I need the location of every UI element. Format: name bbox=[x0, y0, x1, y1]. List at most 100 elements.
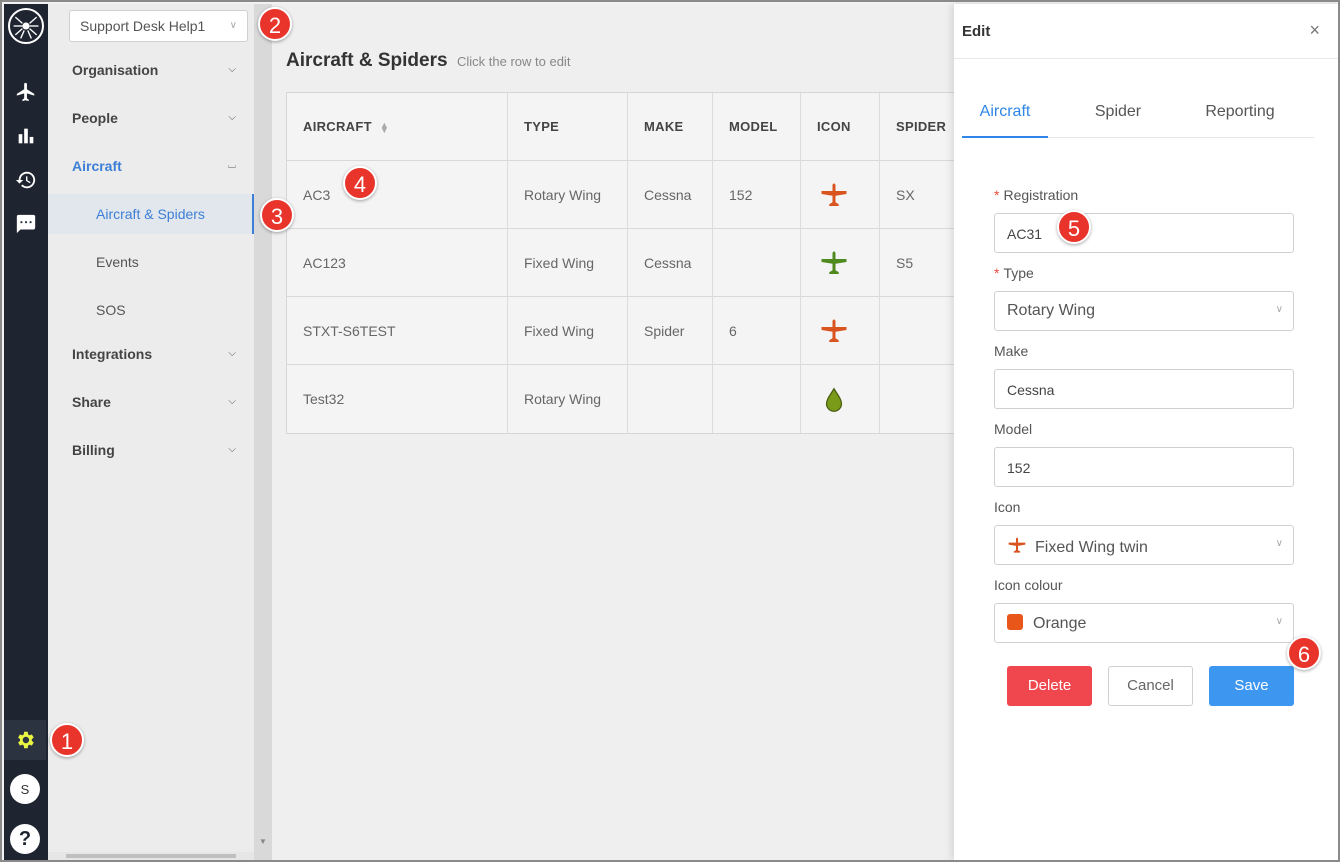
edit-drawer: Edit × Aircraft Spider Reporting * Regist… bbox=[954, 4, 1338, 860]
type-select[interactable]: Rotary Wing ∨ bbox=[994, 291, 1294, 331]
sidebar-item-billing[interactable]: Billing ⌵ bbox=[48, 426, 254, 474]
column-header-model: MODEL bbox=[713, 93, 801, 161]
cell-make: Spider bbox=[628, 297, 713, 365]
icon-select-value: Fixed Wing twin bbox=[1035, 539, 1148, 556]
sidebar-subitem-aircraft-spiders[interactable]: Aircraft & Spiders bbox=[48, 194, 254, 234]
plane-icon bbox=[821, 319, 847, 342]
tab-spider[interactable]: Spider bbox=[1072, 86, 1164, 138]
make-input[interactable]: Cessna bbox=[994, 369, 1294, 409]
cell-model bbox=[713, 365, 801, 433]
table-row[interactable]: AC3 Rotary Wing Cessna 152 SX bbox=[287, 161, 965, 229]
chevron-down-icon: ⌵ bbox=[228, 396, 236, 407]
scroll-down-icon[interactable]: ▼ bbox=[259, 837, 267, 846]
cell-aircraft: AC3 bbox=[287, 161, 508, 229]
cell-make: Cessna bbox=[628, 229, 713, 297]
sidebar-item-aircraft[interactable]: Aircraft ⌴ bbox=[48, 142, 254, 190]
chevron-down-icon: ∨ bbox=[1275, 304, 1283, 315]
divider bbox=[954, 58, 1338, 59]
plane-icon bbox=[821, 183, 847, 206]
type-label: * Type bbox=[994, 265, 1034, 281]
icon-select[interactable]: Fixed Wing twin ∨ bbox=[994, 525, 1294, 565]
drawer-tabs: Aircraft Spider Reporting bbox=[962, 86, 1314, 138]
chevron-down-icon: ⌵ bbox=[228, 444, 236, 455]
callout-marker-4: 4 bbox=[343, 166, 377, 200]
make-label: Make bbox=[994, 343, 1029, 359]
chevron-down-icon: ∨ bbox=[1275, 616, 1283, 627]
chevron-down-icon: ∨ bbox=[229, 20, 237, 31]
sidebar-item-people[interactable]: People ⌵ bbox=[48, 94, 254, 142]
table-row[interactable]: STXT-S6TEST Fixed Wing Spider 6 bbox=[287, 297, 965, 365]
horizontal-scrollbar[interactable] bbox=[48, 852, 254, 860]
chevron-down-icon: ∨ bbox=[1275, 538, 1283, 549]
registration-input[interactable]: AC31 bbox=[994, 213, 1294, 253]
sidebar-item-integrations[interactable]: Integrations ⌵ bbox=[48, 330, 254, 378]
organisation-select[interactable]: Support Desk Help1 ∨ bbox=[69, 10, 248, 42]
table-row[interactable]: Test32 Rotary Wing bbox=[287, 365, 965, 433]
cell-icon bbox=[801, 297, 880, 365]
history-icon[interactable] bbox=[12, 166, 40, 194]
cell-model: 152 bbox=[713, 161, 801, 229]
column-header-label: AIRCRAFT bbox=[303, 119, 372, 134]
organisation-select-value: Support Desk Help1 bbox=[80, 18, 206, 34]
label-text: Registration bbox=[1003, 187, 1079, 203]
column-header-aircraft[interactable]: AIRCRAFT ▲ ▼ bbox=[287, 93, 508, 161]
sidebar-item-label: Share bbox=[72, 394, 111, 410]
fixed-wing-twin-icon bbox=[1008, 537, 1026, 553]
save-button[interactable]: Save bbox=[1209, 666, 1294, 706]
close-icon[interactable]: × bbox=[1309, 20, 1320, 41]
chevron-down-icon: ⌵ bbox=[228, 348, 236, 359]
cell-icon bbox=[801, 161, 880, 229]
main-content: Aircraft & Spiders Click the row to edit… bbox=[272, 4, 966, 860]
callout-marker-2: 2 bbox=[258, 7, 292, 41]
sidebar-scrollbar[interactable]: ▼ bbox=[254, 4, 272, 860]
column-header-icon: ICON bbox=[801, 93, 880, 161]
cell-make bbox=[628, 365, 713, 433]
model-input[interactable]: 152 bbox=[994, 447, 1294, 487]
cell-type: Rotary Wing bbox=[508, 365, 628, 433]
cell-aircraft: Test32 bbox=[287, 365, 508, 433]
settings-gear-icon[interactable] bbox=[4, 720, 46, 760]
icon-label: Icon bbox=[994, 499, 1021, 515]
sidebar-subitem-events[interactable]: Events bbox=[48, 242, 254, 282]
help-icon[interactable]: ? bbox=[10, 824, 40, 854]
spider-logo-icon[interactable] bbox=[8, 8, 44, 44]
sidebar-item-label: People bbox=[72, 110, 118, 126]
column-header-type: TYPE bbox=[508, 93, 628, 161]
tab-aircraft[interactable]: Aircraft bbox=[962, 86, 1048, 138]
cell-aircraft: STXT-S6TEST bbox=[287, 297, 508, 365]
app-window: S ? Support Desk Help1 ∨ Organisation ⌵ … bbox=[0, 0, 1340, 862]
column-header-make: MAKE bbox=[628, 93, 713, 161]
delete-button[interactable]: Delete bbox=[1007, 666, 1092, 706]
user-avatar[interactable]: S bbox=[10, 774, 40, 804]
drawer-title: Edit bbox=[962, 23, 991, 40]
type-select-value: Rotary Wing bbox=[1007, 302, 1096, 319]
cell-model: 6 bbox=[713, 297, 801, 365]
cell-icon bbox=[801, 229, 880, 297]
cell-type: Rotary Wing bbox=[508, 161, 628, 229]
colour-swatch bbox=[1007, 614, 1023, 630]
table-header-row: AIRCRAFT ▲ ▼ TYPE MAKE MODEL ICON SPIDER bbox=[287, 93, 965, 161]
callout-marker-5: 5 bbox=[1057, 210, 1091, 244]
sidebar-subitem-sos[interactable]: SOS bbox=[48, 290, 254, 330]
callout-marker-1: 1 bbox=[50, 723, 84, 757]
cell-aircraft: AC123 bbox=[287, 229, 508, 297]
cell-make: Cessna bbox=[628, 161, 713, 229]
sidebar-item-organisation[interactable]: Organisation ⌵ bbox=[48, 46, 254, 94]
table-row[interactable]: AC123 Fixed Wing Cessna S5 bbox=[287, 229, 965, 297]
label-text: Type bbox=[1003, 265, 1034, 281]
cancel-button[interactable]: Cancel bbox=[1108, 666, 1193, 706]
scrollbar-thumb[interactable] bbox=[66, 854, 236, 858]
sort-icon[interactable]: ▲ ▼ bbox=[380, 120, 389, 134]
sidebar-item-share[interactable]: Share ⌵ bbox=[48, 378, 254, 426]
sidebar-item-label: Organisation bbox=[72, 62, 159, 78]
icon-colour-select[interactable]: Orange ∨ bbox=[994, 603, 1294, 643]
tab-reporting[interactable]: Reporting bbox=[1190, 86, 1290, 138]
drop-icon bbox=[825, 387, 843, 412]
sidebar-item-label: Aircraft bbox=[72, 158, 122, 174]
chat-icon[interactable] bbox=[12, 210, 40, 238]
sidebar-item-label: Integrations bbox=[72, 346, 153, 362]
chevron-up-icon: ⌴ bbox=[228, 160, 236, 171]
airplane-icon[interactable] bbox=[12, 78, 40, 106]
bar-chart-icon[interactable] bbox=[12, 122, 40, 150]
registration-label: * Registration bbox=[994, 187, 1078, 203]
